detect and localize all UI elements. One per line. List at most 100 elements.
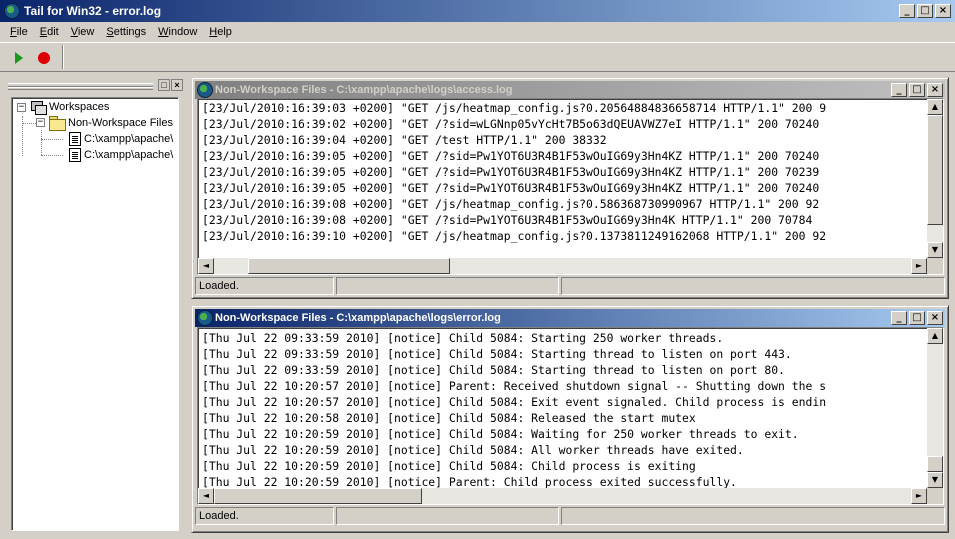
log-line: [Thu Jul 22 10:20:59 2010] [notice] Chil… bbox=[202, 443, 744, 457]
log-line: [23/Jul/2010:16:39:08 +0200] "GET /?sid=… bbox=[202, 213, 813, 227]
access-log-status-bar: Loaded. bbox=[195, 276, 945, 296]
horizontal-scroll-thumb[interactable] bbox=[214, 488, 422, 504]
error-log-title: Non-Workspace Files - C:\xampp\apache\lo… bbox=[215, 312, 501, 324]
access-log-title: Non-Workspace Files - C:\xampp\apache\lo… bbox=[215, 84, 513, 96]
minimize-button[interactable]: _ bbox=[899, 4, 915, 18]
log-line: [Thu Jul 22 10:20:57 2010] [notice] Chil… bbox=[202, 395, 827, 409]
log-line: [Thu Jul 22 09:33:59 2010] [notice] Chil… bbox=[202, 363, 785, 377]
maximize-button[interactable]: □ bbox=[917, 4, 933, 18]
close-button[interactable]: × bbox=[935, 4, 951, 18]
log-line: [Thu Jul 22 10:20:59 2010] [notice] Chil… bbox=[202, 427, 799, 441]
log-line: [Thu Jul 22 09:33:59 2010] [notice] Chil… bbox=[202, 347, 792, 361]
tree-node-label: Non-Workspace Files bbox=[68, 116, 173, 129]
panel-buttons: □ × bbox=[158, 79, 183, 91]
scrollbar-corner bbox=[927, 488, 943, 504]
status-pane bbox=[336, 277, 559, 295]
status-text: Loaded. bbox=[195, 277, 334, 295]
scroll-left-button[interactable]: ◄ bbox=[198, 258, 214, 274]
log-line: [23/Jul/2010:16:39:05 +0200] "GET /?sid=… bbox=[202, 165, 820, 179]
workspace-panel: □ × − Workspaces − Non-Workspace Files C… bbox=[4, 76, 186, 534]
log-line: [Thu Jul 22 10:20:57 2010] [notice] Pare… bbox=[202, 379, 827, 393]
scroll-up-button[interactable]: ▲ bbox=[927, 328, 943, 344]
menu-bar: File Edit View Settings Window Help bbox=[0, 22, 955, 42]
menu-file[interactable]: File bbox=[4, 26, 34, 38]
file-icon bbox=[69, 132, 81, 146]
scroll-right-button[interactable]: ► bbox=[911, 258, 927, 274]
status-text: Loaded. bbox=[195, 507, 334, 525]
vertical-scroll-thumb[interactable] bbox=[927, 456, 943, 472]
panel-close-button[interactable]: × bbox=[171, 79, 183, 91]
tree-node-workspaces[interactable]: − Workspaces bbox=[17, 100, 110, 115]
workspace-tree[interactable]: − Workspaces − Non-Workspace Files C:\xa… bbox=[11, 97, 179, 531]
maximize-button[interactable]: □ bbox=[909, 83, 925, 97]
status-pane bbox=[336, 507, 559, 525]
scroll-down-button[interactable]: ▼ bbox=[927, 472, 943, 488]
log-line: [23/Jul/2010:16:39:02 +0200] "GET /?sid=… bbox=[202, 117, 820, 131]
app-title: Tail for Win32 - error.log bbox=[24, 4, 162, 18]
vertical-scroll-thumb[interactable] bbox=[927, 115, 943, 225]
scroll-up-button[interactable]: ▲ bbox=[927, 99, 943, 115]
close-button[interactable]: × bbox=[927, 311, 943, 325]
file-icon bbox=[69, 148, 81, 162]
tree-node-label: C:\xampp\apache\ bbox=[84, 133, 174, 145]
access-log-view[interactable]: [23/Jul/2010:16:39:03 +0200] "GET /js/he… bbox=[197, 98, 944, 275]
horizontal-scrollbar[interactable]: ◄ ► bbox=[198, 488, 927, 504]
log-line: [23/Jul/2010:16:39:04 +0200] "GET /test … bbox=[202, 133, 607, 147]
maximize-button[interactable]: □ bbox=[909, 311, 925, 325]
stop-tail-button[interactable] bbox=[38, 52, 50, 64]
tree-line bbox=[41, 130, 42, 155]
panel-grip-lower[interactable] bbox=[8, 87, 153, 90]
toolbar bbox=[0, 42, 955, 72]
log-line: [Thu Jul 22 09:33:59 2010] [notice] Chil… bbox=[202, 331, 724, 345]
window-caption-buttons: _ □ × bbox=[899, 4, 951, 18]
tree-node-file[interactable]: C:\xampp\apache\ bbox=[67, 148, 173, 162]
menu-settings[interactable]: Settings bbox=[100, 26, 152, 38]
collapse-toggle[interactable]: − bbox=[17, 102, 26, 112]
access-log-title-bar[interactable]: Non-Workspace Files - C:\xampp\apache\lo… bbox=[195, 81, 945, 99]
app-title-bar[interactable]: Tail for Win32 - error.log _ □ × bbox=[0, 0, 955, 22]
scroll-right-button[interactable]: ► bbox=[911, 488, 927, 504]
menu-window[interactable]: Window bbox=[152, 26, 203, 38]
toolbar-separator bbox=[62, 45, 64, 69]
menu-help[interactable]: Help bbox=[203, 26, 238, 38]
status-pane bbox=[561, 507, 945, 525]
tree-line bbox=[41, 139, 63, 140]
mdi-caption-buttons: _ □ × bbox=[891, 83, 943, 97]
tree-node-label: Workspaces bbox=[49, 101, 110, 113]
tree-node-non-workspace-files[interactable]: − Non-Workspace Files bbox=[36, 116, 173, 131]
start-tail-button[interactable] bbox=[15, 52, 23, 64]
vertical-scrollbar[interactable]: ▲ ▼ bbox=[927, 328, 943, 488]
log-line: [23/Jul/2010:16:39:03 +0200] "GET /js/he… bbox=[202, 101, 827, 115]
workspaces-icon bbox=[30, 100, 47, 115]
access-log-window: Non-Workspace Files - C:\xampp\apache\lo… bbox=[191, 77, 949, 299]
tree-line bbox=[22, 116, 23, 156]
horizontal-scrollbar[interactable]: ◄ ► bbox=[198, 258, 927, 274]
scroll-down-button[interactable]: ▼ bbox=[927, 242, 943, 258]
vertical-scrollbar[interactable]: ▲ ▼ bbox=[927, 99, 943, 258]
panel-restore-button[interactable]: □ bbox=[158, 79, 170, 91]
error-log-status-bar: Loaded. bbox=[195, 506, 945, 526]
log-globe-icon bbox=[197, 310, 213, 326]
status-pane bbox=[561, 277, 945, 295]
error-log-title-bar[interactable]: Non-Workspace Files - C:\xampp\apache\lo… bbox=[195, 309, 945, 327]
log-globe-icon bbox=[197, 82, 213, 98]
error-log-view[interactable]: [Thu Jul 22 09:33:59 2010] [notice] Chil… bbox=[197, 327, 944, 505]
log-line: [23/Jul/2010:16:39:05 +0200] "GET /?sid=… bbox=[202, 181, 820, 195]
horizontal-scroll-thumb[interactable] bbox=[248, 258, 450, 274]
menu-edit[interactable]: Edit bbox=[34, 26, 65, 38]
mdi-caption-buttons: _ □ × bbox=[891, 311, 943, 325]
menu-view[interactable]: View bbox=[65, 26, 101, 38]
collapse-toggle[interactable]: − bbox=[36, 118, 45, 127]
scrollbar-corner bbox=[927, 258, 943, 274]
folder-icon bbox=[49, 116, 66, 131]
close-button[interactable]: × bbox=[927, 83, 943, 97]
scroll-left-button[interactable]: ◄ bbox=[198, 488, 214, 504]
tree-line bbox=[41, 155, 63, 156]
log-line: [Thu Jul 22 10:20:58 2010] [notice] Chil… bbox=[202, 411, 696, 425]
log-line: [Thu Jul 22 10:20:59 2010] [notice] Chil… bbox=[202, 459, 696, 473]
minimize-button[interactable]: _ bbox=[891, 83, 907, 97]
error-log-window: Non-Workspace Files - C:\xampp\apache\lo… bbox=[191, 305, 949, 533]
minimize-button[interactable]: _ bbox=[891, 311, 907, 325]
app-globe-icon bbox=[4, 3, 20, 19]
tree-node-file[interactable]: C:\xampp\apache\ bbox=[67, 132, 173, 146]
